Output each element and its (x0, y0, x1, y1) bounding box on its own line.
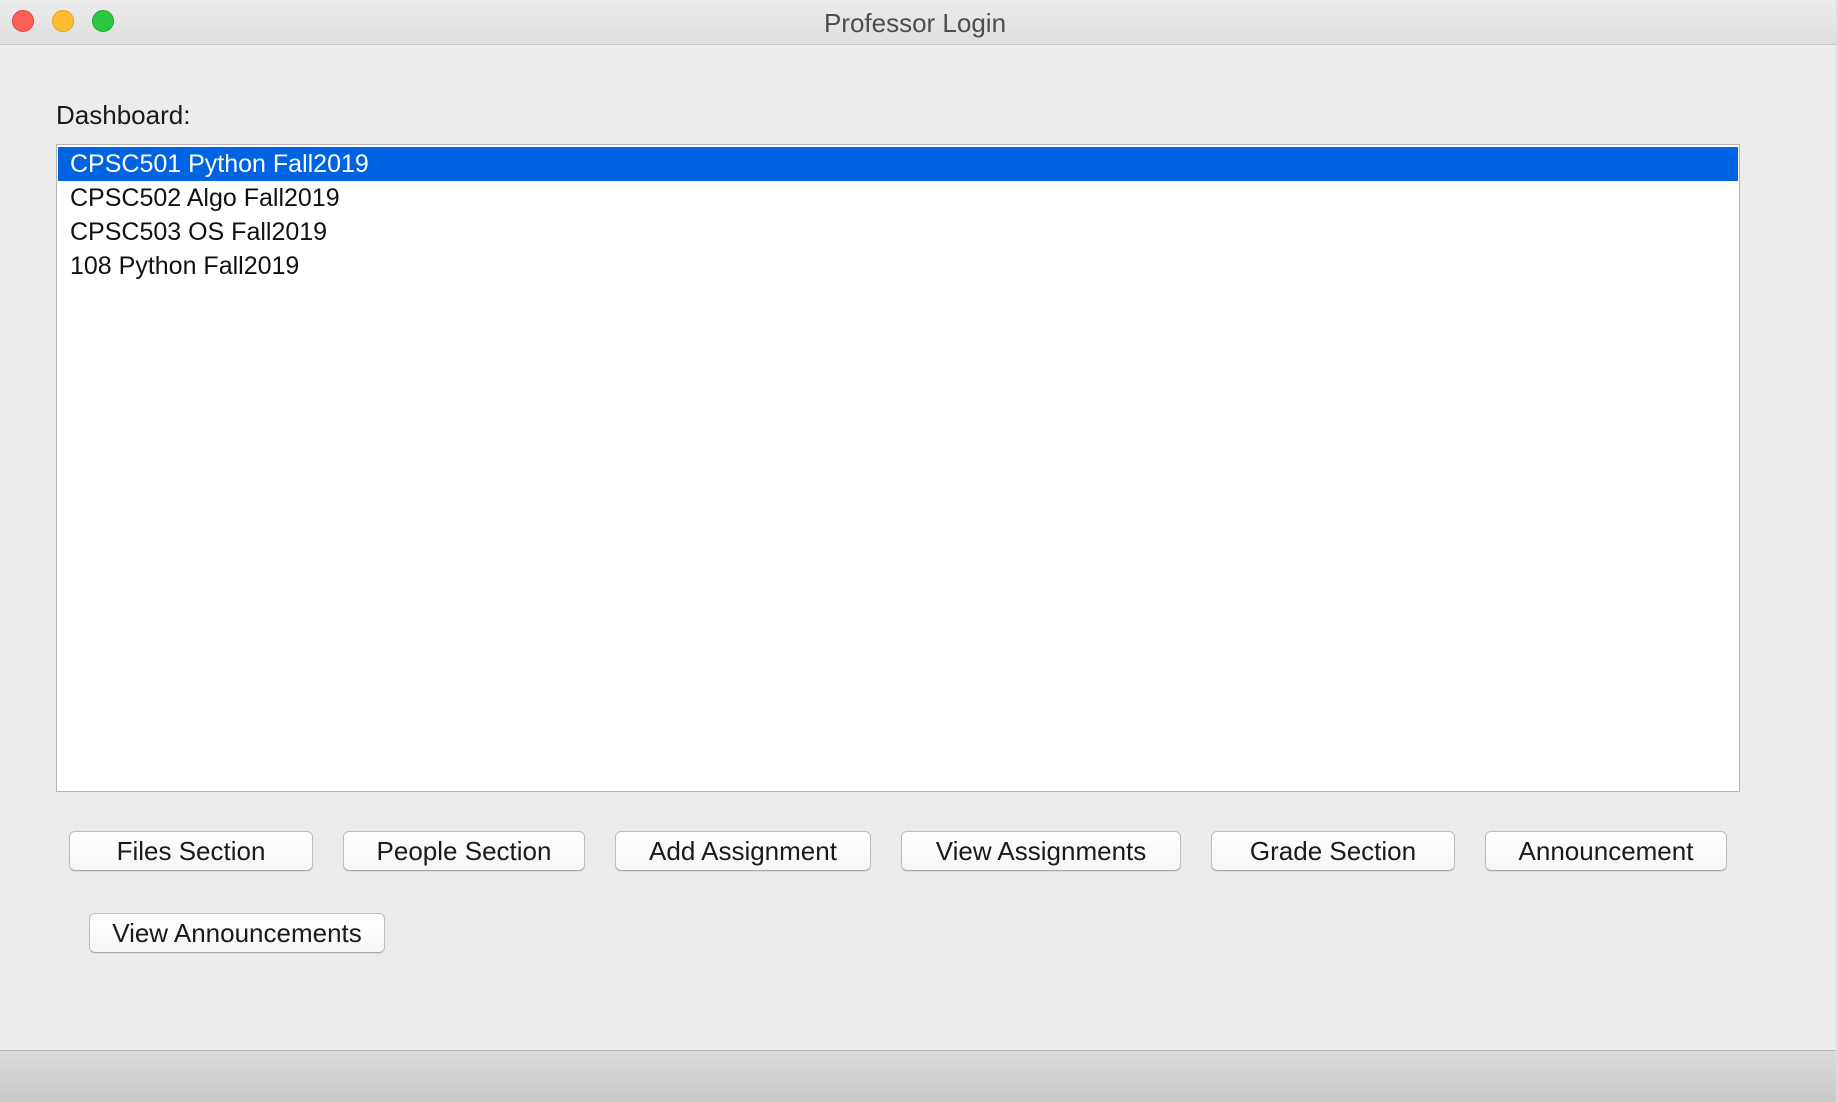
course-list-item[interactable]: CPSC503 OS Fall2019 (58, 215, 1738, 249)
files-section-button[interactable]: Files Section (69, 831, 313, 871)
announcement-button[interactable]: Announcement (1485, 831, 1727, 871)
people-section-button[interactable]: People Section (343, 831, 585, 871)
window-title: Professor Login (823, 8, 1007, 38)
course-list-item[interactable]: CPSC502 Algo Fall2019 (58, 181, 1738, 215)
course-list-item[interactable]: CPSC501 Python Fall2019 (58, 147, 1738, 181)
window-bottom-bar (0, 1050, 1838, 1102)
view-assignments-button[interactable]: View Assignments (901, 831, 1181, 871)
title-bar[interactable]: Professor Login (0, 0, 1838, 45)
course-list-item[interactable]: 108 Python Fall2019 (58, 249, 1738, 283)
add-assignment-button[interactable]: Add Assignment (615, 831, 871, 871)
professor-login-window: Professor Login Dashboard: CPSC501 Pytho… (0, 0, 1838, 1102)
course-listbox[interactable]: CPSC501 Python Fall2019 CPSC502 Algo Fal… (56, 144, 1740, 792)
view-announcements-button[interactable]: View Announcements (89, 913, 385, 953)
dashboard-label: Dashboard: (56, 100, 191, 130)
grade-section-button[interactable]: Grade Section (1211, 831, 1455, 871)
